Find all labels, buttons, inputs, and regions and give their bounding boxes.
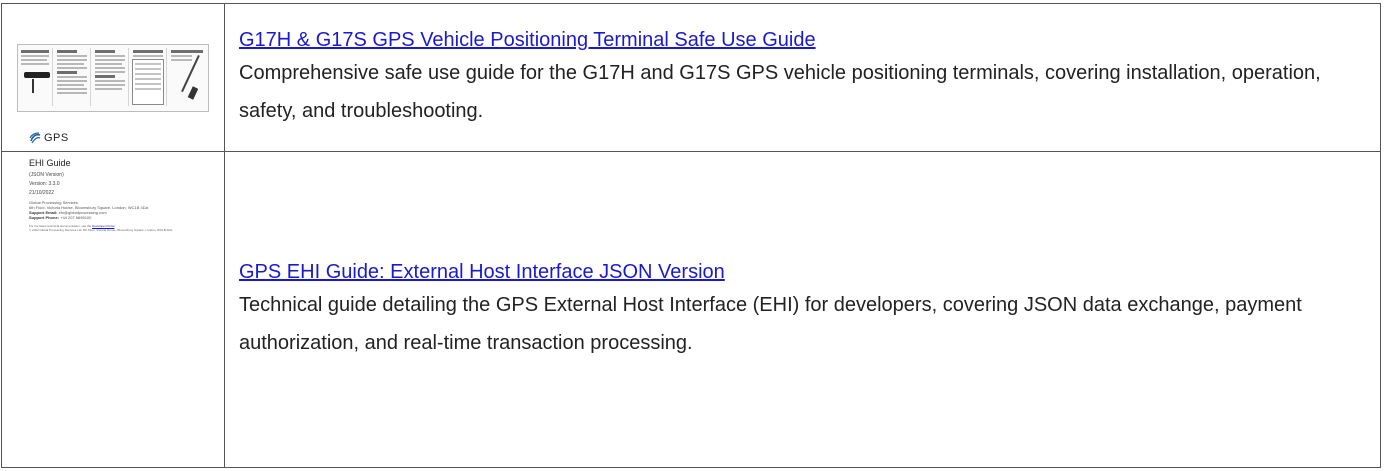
results-table: G17H & G17S GPS Vehicle Positioning Term… <box>1 3 1381 468</box>
gps-logo-text: GPS <box>44 131 69 144</box>
result-description: Technical guide detailing the GPS Extern… <box>239 293 1302 354</box>
result-thumbnail-cell: GPS EHI Guide (JSON Version) Version: 3.… <box>1 132 225 468</box>
thumb-version: Version: 3.3.0 <box>29 180 60 187</box>
result-text-cell: G17H & G17S GPS Vehicle Positioning Term… <box>224 3 1381 152</box>
thumb-doc-title: EHI Guide <box>29 157 71 168</box>
gps-device-image <box>24 71 50 78</box>
thumb-footer: For the latest technical documentation, … <box>29 224 219 232</box>
result-description: Comprehensive safe use guide for the G17… <box>239 61 1321 122</box>
gps-logo: GPS <box>29 130 219 146</box>
result-title-link[interactable]: G17H & G17S GPS Vehicle Positioning Term… <box>239 26 816 54</box>
thumb-developer-portal-link: Developer Portal <box>92 223 115 228</box>
thumb-spec-table <box>132 58 164 105</box>
thumb-date: 21/10/2022 <box>29 189 55 196</box>
thumb-column <box>54 47 91 106</box>
thumb-support-phone: Support Phone: +44 207 6696100 <box>29 214 92 220</box>
thumb-contact: Global Processing Services 6th Floor, Vi… <box>29 200 219 220</box>
result-text-cell: GPS EHI Guide: External Host Interface J… <box>224 151 1381 468</box>
result-thumbnail-ehi-guide[interactable]: GPS EHI Guide (JSON Version) Version: 3.… <box>29 130 219 250</box>
gps-cable-image <box>32 78 34 93</box>
thumb-copyright: © 2022 Global Processing Services Ltd. 6… <box>29 227 173 232</box>
result-row: GPS EHI Guide (JSON Version) Version: 3.… <box>1 132 1381 468</box>
swirl-globe-icon <box>29 131 41 143</box>
result-thumbnail-g17-manual[interactable] <box>17 43 209 112</box>
result-title-link[interactable]: GPS EHI Guide: External Host Interface J… <box>239 258 725 286</box>
thumb-column <box>92 47 129 106</box>
thumb-version-title: (JSON Version) <box>29 171 64 178</box>
